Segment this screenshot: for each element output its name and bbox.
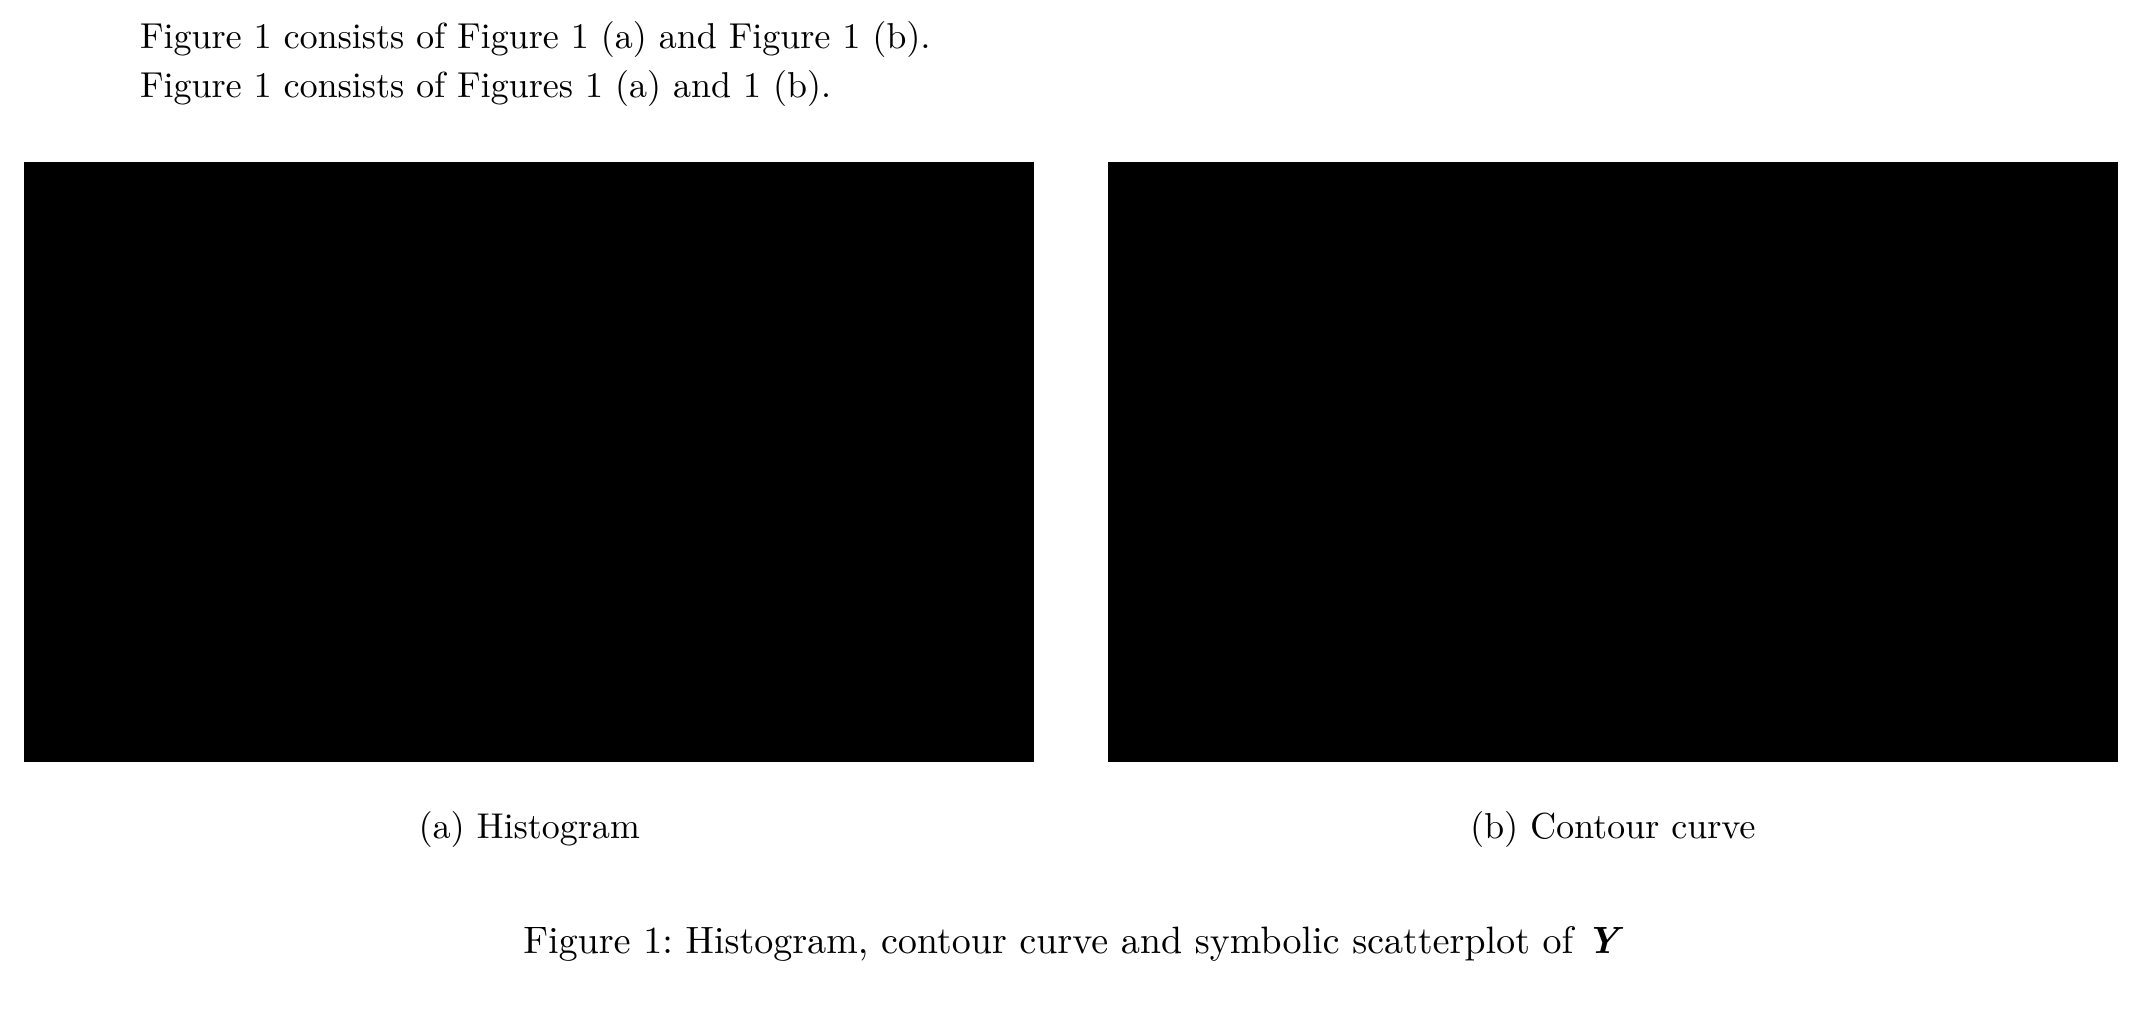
caption-symbol: Y <box>1586 909 1619 965</box>
subfigure-a-image <box>24 162 1034 762</box>
subfigure-a-caption: (a) Histogram <box>419 798 640 849</box>
subfigure-a: (a) Histogram <box>20 162 1039 849</box>
figures-row: (a) Histogram (b) Contour curve <box>0 162 2142 849</box>
intro-line-2: Figure 1 consists of Figures 1 (a) and 1… <box>140 59 2142 108</box>
intro-text-block: Figure 1 consists of Figure 1 (a) and Fi… <box>140 10 2142 107</box>
subfigure-b: (b) Contour curve <box>1104 162 2123 849</box>
subfigure-b-caption: (b) Contour curve <box>1470 798 1755 849</box>
subfigure-b-image <box>1108 162 2118 762</box>
caption-text: Figure 1: Histogram, contour curve and s… <box>523 911 1586 965</box>
figure-main-caption: Figure 1: Histogram, contour curve and s… <box>0 909 2142 965</box>
intro-line-1: Figure 1 consists of Figure 1 (a) and Fi… <box>140 10 2142 59</box>
page-container: Figure 1 consists of Figure 1 (a) and Fi… <box>0 0 2142 965</box>
